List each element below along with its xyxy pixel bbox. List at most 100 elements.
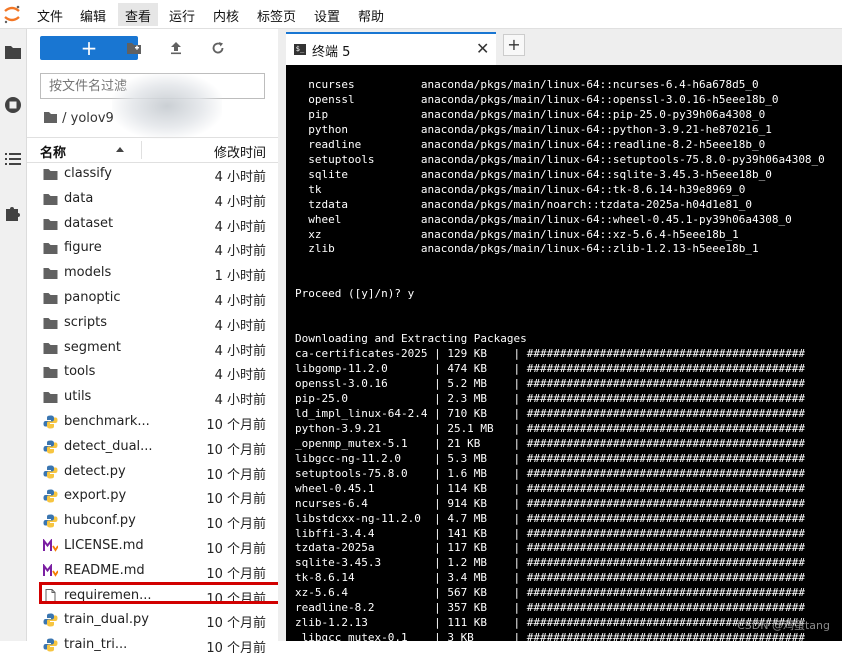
file-name: README.md [64, 562, 145, 578]
file-name: detect_dual... [64, 438, 153, 454]
file-name: detect.py [64, 463, 126, 479]
close-icon[interactable]: ✕ [476, 39, 489, 58]
terminal-line: sqlite anaconda/pkgs/main/linux-64::sqli… [295, 167, 772, 181]
markdown-icon [43, 539, 58, 552]
terminal-line: python anaconda/pkgs/main/linux-64::pyth… [295, 122, 772, 136]
menu-kernel[interactable]: 内核 [213, 6, 239, 25]
folder-icon [43, 317, 58, 329]
file-row[interactable]: segment 4 小时前 [27, 336, 278, 360]
folder-icon[interactable] [3, 42, 23, 62]
file-modified: 10 个月前 [206, 418, 266, 433]
terminal-line: pip anaconda/pkgs/main/linux-64::pip-25.… [295, 107, 766, 121]
terminal-line: openssl anaconda/pkgs/main/linux-64::ope… [295, 92, 779, 106]
file-row[interactable]: train_dual.py 10 个月前 [27, 608, 278, 632]
file-name: train_tri... [64, 637, 128, 653]
terminal-line: Downloading and Extracting Packages [295, 332, 527, 346]
breadcrumb-path[interactable]: / yolov9 [62, 111, 114, 126]
file-row[interactable]: benchmark... 10 个月前 [27, 410, 278, 434]
file-row[interactable]: detect_dual... 10 个月前 [27, 435, 278, 459]
folder-icon [43, 293, 58, 304]
terminal-line: _libgcc_mutex-0.1 | 3 KB | #############… [295, 631, 805, 641]
python-icon [43, 440, 58, 454]
file-name: hubconf.py [64, 513, 136, 529]
file-row[interactable]: scripts 4 小时前 [27, 311, 278, 335]
python-icon [43, 613, 58, 627]
toc-list-icon[interactable] [3, 149, 23, 169]
terminal-line: libffi-3.4.4 | 141 KB | ################… [295, 526, 805, 540]
column-name[interactable]: 名称 [40, 142, 66, 161]
file-name: benchmark... [64, 414, 150, 429]
file-row[interactable]: README.md 10 个月前 [27, 559, 278, 583]
file-row[interactable]: utils 4 小时前 [27, 385, 278, 409]
menu-file[interactable]: 文件 [37, 6, 63, 25]
file-row[interactable]: export.py 10 个月前 [27, 484, 278, 508]
menu-tabs[interactable]: 标签页 [257, 6, 296, 25]
menu-run[interactable]: 运行 [169, 6, 195, 25]
file-modified: 10 个月前 [206, 442, 266, 458]
folder-icon [43, 193, 58, 205]
file-modified: 4 小时前 [214, 219, 266, 235]
terminal-line: setuptools anaconda/pkgs/main/linux-64::… [295, 152, 825, 166]
file-modified: 4 小时前 [214, 343, 266, 359]
file-modified: 10 个月前 [206, 517, 266, 533]
file-modified: 4 小时前 [214, 294, 266, 309]
menu-settings[interactable]: 设置 [314, 6, 340, 25]
file-name: dataset [64, 215, 114, 231]
file-modified: 4 小时前 [214, 393, 266, 409]
file-name: utils [64, 389, 92, 405]
terminal-line: libgomp-11.2.0 | 474 KB | ##############… [295, 362, 805, 376]
file-row[interactable]: hubconf.py 10 个月前 [27, 509, 278, 533]
file-modified: 10 个月前 [206, 566, 266, 582]
file-row[interactable]: classify 4 小时前 [27, 162, 278, 186]
file-modified: 10 个月前 [206, 616, 266, 632]
terminal-line: ncurses-6.4 | 914 KB | #################… [295, 496, 805, 510]
file-modified: 4 小时前 [214, 318, 266, 334]
file-row[interactable]: tools 4 小时前 [27, 360, 278, 384]
terminal-line: ncurses anaconda/pkgs/main/linux-64::ncu… [295, 78, 759, 91]
terminal-line: sqlite-3.45.3 | 1.2 MB | ###############… [295, 556, 805, 570]
breadcrumb[interactable]: / yolov9 [43, 111, 114, 126]
terminal-line: readline-8.2 | 357 KB | ################… [295, 601, 805, 615]
column-modified[interactable]: 修改时间 [214, 142, 266, 161]
file-modified: 10 个月前 [206, 492, 266, 508]
terminal-line: readline anaconda/pkgs/main/linux-64::re… [295, 137, 766, 151]
file-row[interactable]: panoptic 4 小时前 [27, 286, 278, 310]
breadcrumb-folder-icon[interactable] [43, 111, 58, 124]
file-row[interactable]: dataset 4 小时前 [27, 212, 278, 236]
panel-splitter[interactable] [278, 29, 286, 641]
tab-terminal[interactable]: $_ 终端 5 ✕ [286, 32, 496, 65]
terminal-line: pip-25.0 | 2.3 MB | ####################… [295, 391, 805, 405]
extension-puzzle-icon[interactable] [3, 203, 23, 223]
tab-label: 终端 5 [312, 45, 351, 60]
file-row[interactable]: detect.py 10 个月前 [27, 460, 278, 484]
refresh-icon[interactable] [210, 41, 226, 55]
new-folder-icon[interactable] [126, 41, 142, 55]
file-modified: 4 小时前 [214, 170, 266, 185]
file-row[interactable]: data 4 小时前 [27, 187, 278, 211]
file-row[interactable]: LICENSE.md 10 个月前 [27, 534, 278, 558]
folder-icon [43, 392, 58, 404]
menu-help[interactable]: 帮助 [358, 6, 384, 25]
running-icon[interactable] [3, 95, 23, 115]
terminal-output[interactable]: ncurses anaconda/pkgs/main/linux-64::ncu… [286, 65, 842, 641]
menu-bar: 文件 编辑 查看 运行 内核 标签页 设置 帮助 [0, 0, 842, 29]
add-tab-button[interactable]: + [503, 34, 525, 56]
file-name: models [64, 265, 112, 281]
file-row[interactable]: models 1 小时前 [27, 261, 278, 285]
sort-ascending-icon[interactable] [116, 147, 124, 152]
watermark: CSDN @鸡蛋tang [737, 619, 830, 632]
folder-icon [43, 268, 58, 280]
python-icon [43, 465, 58, 479]
file-name: figure [64, 240, 102, 256]
file-name: tools [64, 364, 96, 380]
terminal-line: xz anaconda/pkgs/main/linux-64::xz-5.6.4… [295, 227, 739, 241]
new-launcher-button[interactable]: + [40, 36, 138, 60]
file-row[interactable]: train_tri... 10 个月前 [27, 633, 278, 657]
menu-view[interactable]: 查看 [125, 6, 151, 25]
folder-icon [43, 243, 58, 255]
file-name: classify [64, 166, 112, 181]
upload-icon[interactable] [168, 41, 184, 55]
menu-edit[interactable]: 编辑 [80, 6, 106, 25]
file-row[interactable]: figure 4 小时前 [27, 236, 278, 260]
terminal-line: python-3.9.21 | 25.1 MB | ##############… [295, 421, 805, 435]
